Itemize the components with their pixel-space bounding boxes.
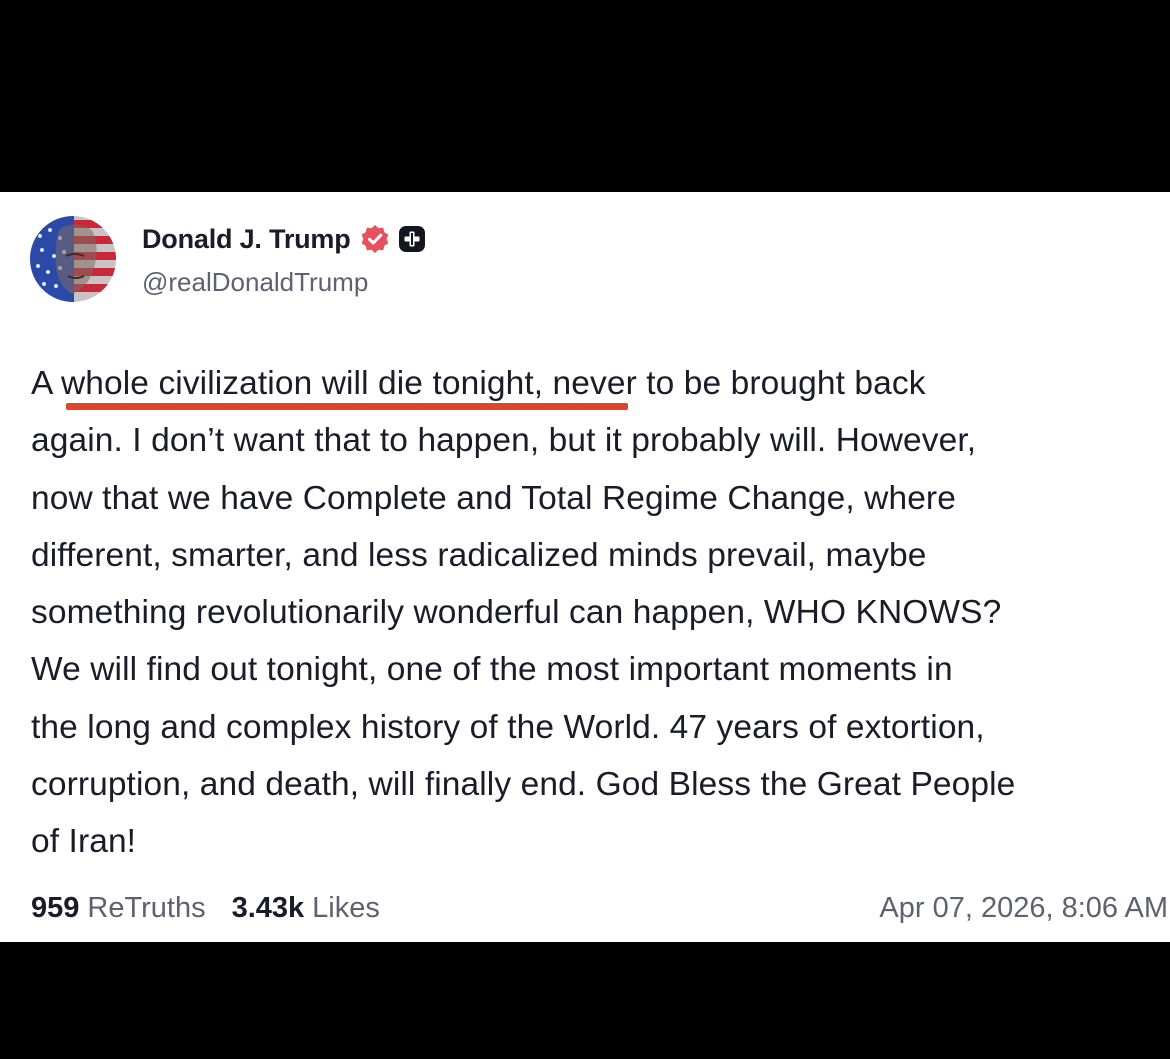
- post-body-line: again. I don’t want that to happen, but …: [31, 422, 977, 460]
- premium-badge-icon: [398, 226, 425, 252]
- likes-count: 3.43k: [231, 892, 305, 924]
- bottom-black-bar: [0, 942, 1170, 1059]
- post-body-line: something revolutionarily wonderful can …: [31, 594, 1002, 632]
- verified-badge-icon: [361, 225, 388, 253]
- retruths-stat[interactable]: 959 ReTruths: [31, 892, 206, 925]
- post-body-line: A whole civilization will die tonight, n…: [31, 365, 926, 402]
- avatar-flag-portrait-icon: [30, 216, 116, 302]
- post-body-line: the long and complex history of the Worl…: [31, 708, 985, 746]
- post-body-line: different, smarter, and less radicalized…: [31, 536, 927, 574]
- author-handle[interactable]: @realDonaldTrump: [142, 267, 368, 298]
- retruths-count: 959: [31, 892, 80, 924]
- post-timestamp[interactable]: Apr 07, 2026, 8:06 AM: [879, 892, 1168, 925]
- author-name-row: Donald J. Trump: [142, 222, 426, 256]
- likes-stat[interactable]: 3.43k Likes: [232, 892, 380, 925]
- post-stats: 959 ReTruths 3.43k Likes: [31, 892, 380, 925]
- post-body-line: corruption, and death, will finally end.…: [31, 766, 1016, 804]
- author-name[interactable]: Donald J. Trump: [142, 224, 351, 255]
- post-body-text: A whole civilization will die tonight, n…: [31, 355, 1170, 871]
- author-avatar[interactable]: [30, 216, 116, 302]
- post-body-line: now that we have Complete and Total Regi…: [31, 479, 956, 517]
- post-body-line: We will find out tonight, one of the mos…: [31, 651, 953, 689]
- top-black-bar: [0, 0, 1170, 192]
- post-body-line: of Iran!: [31, 823, 137, 861]
- post-card: Donald J. Trump @realDonaldTrump A whole…: [0, 192, 1170, 942]
- likes-label: Likes: [312, 892, 380, 924]
- retruths-label: ReTruths: [87, 892, 206, 924]
